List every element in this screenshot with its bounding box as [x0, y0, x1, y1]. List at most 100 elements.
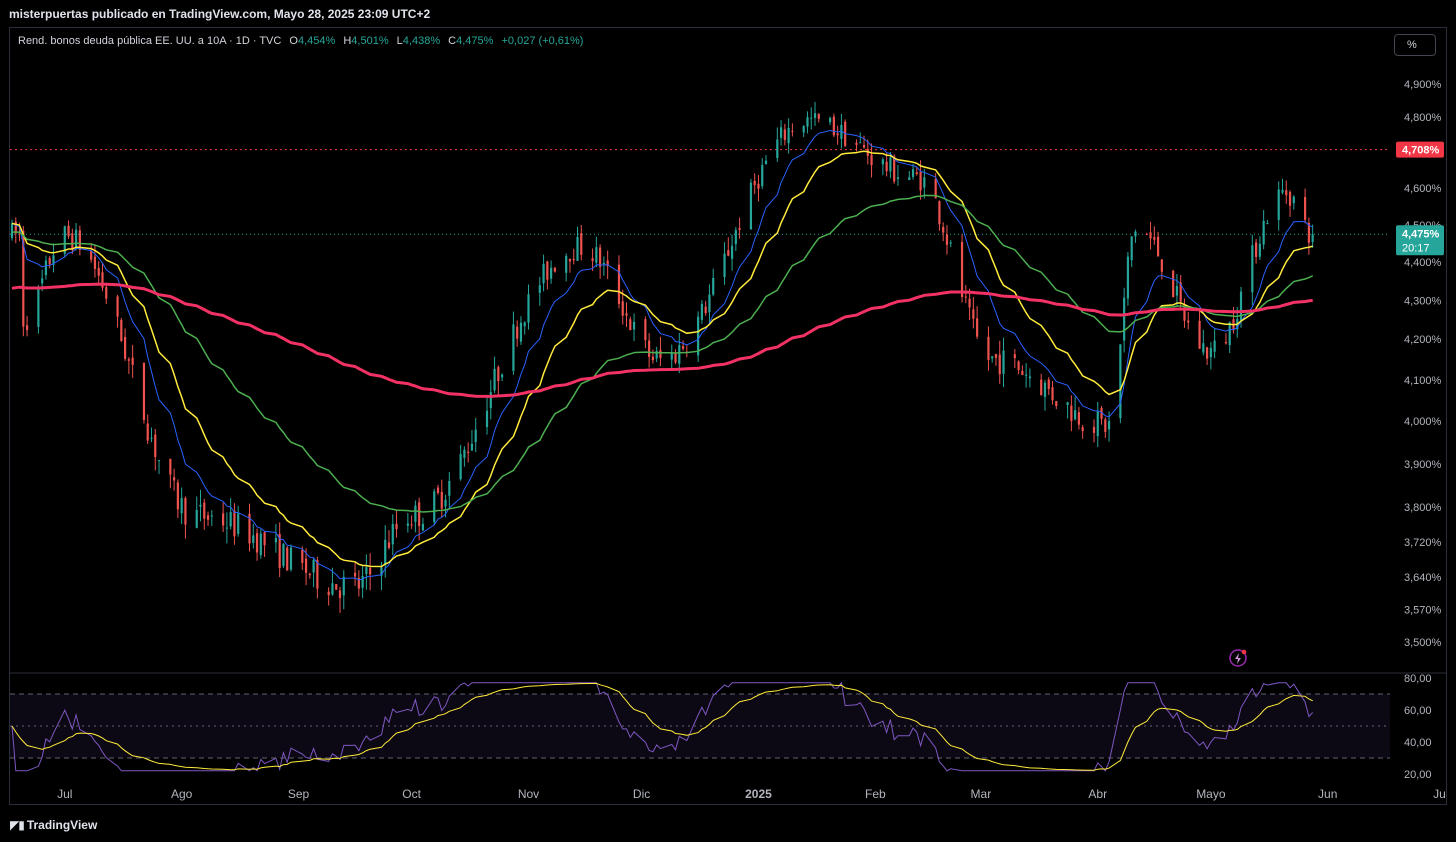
candle-body: [595, 247, 598, 263]
candle-body: [757, 183, 760, 189]
candle-body: [1285, 190, 1288, 196]
candle-body: [708, 294, 711, 313]
candle-body: [617, 264, 621, 305]
candle-body: [384, 539, 387, 566]
candle-body: [621, 301, 624, 316]
candle-body: [414, 505, 417, 522]
candle-body: [418, 502, 421, 527]
candle-body: [915, 172, 918, 174]
candle-body: [648, 340, 651, 357]
candle-body: [576, 236, 579, 261]
candle-body: [1021, 371, 1024, 376]
time-tick-label: Abr: [1088, 787, 1107, 801]
price-chart[interactable]: 4,900%4,800%4,600%4,500%4,400%4,300%4,20…: [10, 28, 1446, 804]
candle-body: [572, 258, 575, 261]
candle-body: [908, 177, 911, 180]
candle-body: [964, 296, 967, 298]
candle-body: [727, 250, 730, 256]
candle-body: [923, 177, 926, 188]
candle-body: [195, 509, 198, 528]
candle-body: [1213, 340, 1216, 352]
candle-body: [1040, 379, 1043, 396]
time-tick-label: Ago: [171, 787, 193, 801]
candle-body: [885, 161, 888, 172]
candle-body: [391, 524, 394, 545]
candle-body: [976, 318, 979, 337]
candle-body: [1051, 387, 1054, 401]
candle-body: [678, 345, 681, 364]
candle-body: [1066, 402, 1069, 405]
candle-body: [1134, 231, 1137, 237]
candle-body: [942, 226, 945, 233]
candle-body: [444, 499, 447, 507]
candle-body: [889, 157, 892, 172]
candle-body: [893, 156, 896, 182]
candle-body: [263, 532, 266, 546]
time-tick-label: Oct: [402, 787, 421, 801]
candle-body: [546, 261, 549, 280]
candle-body: [127, 359, 130, 361]
candle-body: [832, 116, 835, 136]
time-tick-label: Jul: [1433, 787, 1446, 801]
candle-body: [644, 319, 647, 341]
candle-body: [489, 392, 492, 409]
percent-scale-button[interactable]: %: [1394, 34, 1436, 56]
candle-body: [1266, 222, 1269, 224]
candle-body: [1172, 270, 1175, 298]
candle-body: [1047, 379, 1050, 389]
candle-body: [1205, 347, 1209, 359]
price-tick-label: 3,500%: [1404, 637, 1442, 649]
candle-body: [459, 454, 462, 480]
candle-body: [1304, 197, 1307, 220]
candle-body: [116, 296, 119, 317]
candle-body: [301, 550, 304, 563]
price-tick-label: 3,640%: [1404, 572, 1442, 584]
candle-body: [591, 258, 594, 261]
candle-body: [157, 460, 161, 462]
candle-body: [203, 502, 206, 519]
candle-body: [361, 575, 364, 588]
candle-body: [436, 487, 440, 493]
candle-body: [749, 182, 753, 230]
time-tick-label: Dic: [633, 787, 650, 801]
candle-body: [761, 165, 764, 187]
candle-body: [1288, 191, 1292, 206]
candle-body: [1262, 220, 1265, 245]
chart-frame[interactable]: 4,900%4,800%4,600%4,500%4,400%4,300%4,20…: [9, 27, 1447, 805]
candle-body: [1251, 245, 1254, 293]
time-tick-label: Jul: [57, 787, 72, 801]
price-tick-label: 3,720%: [1404, 537, 1442, 549]
candle-body: [991, 356, 994, 359]
price-tick-label: 3,800%: [1404, 502, 1442, 514]
candle-body: [1145, 233, 1148, 235]
candle-body: [327, 591, 330, 596]
candle-body: [629, 319, 632, 331]
candle-body: [467, 451, 470, 453]
candle-body: [93, 256, 97, 269]
candle-body: [229, 511, 232, 527]
time-tick-label: Nov: [518, 787, 539, 801]
candle-body: [150, 437, 153, 439]
candle-body: [738, 228, 741, 230]
candle-body: [463, 449, 466, 458]
candle-body: [105, 287, 108, 299]
candle-body: [255, 533, 259, 553]
price-tick-label: 3,900%: [1404, 459, 1442, 471]
candle-body: [289, 547, 293, 570]
legend-open-value: 4,454%: [297, 35, 336, 47]
candle-body: [1281, 189, 1284, 193]
legend-low-value: 4,438%: [402, 35, 441, 47]
candle-body: [67, 225, 70, 237]
candle-body: [225, 527, 228, 529]
candle-body: [542, 263, 545, 284]
candle-body: [625, 313, 628, 316]
candle-body: [316, 559, 319, 589]
price-tick-label: 4,800%: [1404, 112, 1442, 124]
candle-body: [945, 234, 949, 245]
candle-body: [259, 533, 262, 556]
notification-dot-icon: [1241, 649, 1247, 655]
candle-body: [282, 543, 285, 566]
tradingview-logo[interactable]: ◤▮ TradingView: [10, 818, 97, 832]
legend-close-value: 4,475%: [456, 35, 494, 47]
candle-body: [553, 267, 556, 272]
